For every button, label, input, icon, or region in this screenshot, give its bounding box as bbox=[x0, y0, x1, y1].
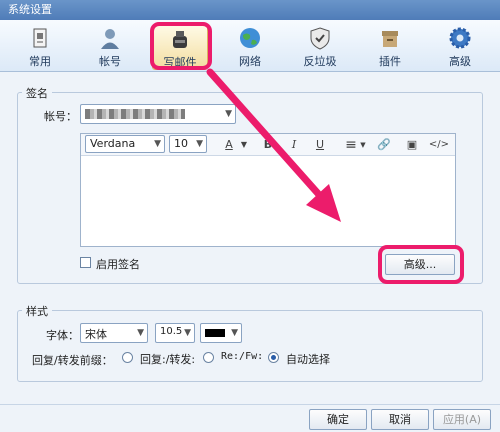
style-font-value: 宋体 bbox=[85, 328, 107, 341]
radio-label: 回复:/转发: bbox=[140, 353, 196, 366]
style-size-value: 10.5 bbox=[160, 326, 183, 337]
box-icon bbox=[382, 31, 398, 47]
color-swatch bbox=[205, 329, 225, 337]
window-title: 系统设置 bbox=[8, 3, 52, 16]
document-icon bbox=[33, 28, 47, 48]
signature-editor[interactable]: Verdana ▼ 10 ▼ A ▼ B I U ≡ ▼ 🔗 ▣ </> bbox=[80, 133, 456, 247]
font-color-button[interactable]: A bbox=[219, 137, 239, 153]
tab-label: 反垃圾 bbox=[303, 55, 337, 68]
shield-icon bbox=[310, 27, 330, 50]
account-value-redacted bbox=[85, 109, 185, 119]
dialog-footer: 确定 取消 应用(A) bbox=[0, 404, 500, 432]
settings-toolbar: 常用 帐号 写邮件 网络 反垃圾 插件 高级 bbox=[0, 20, 500, 72]
enable-signature-checkbox[interactable] bbox=[80, 257, 91, 268]
ok-button[interactable]: 确定 bbox=[309, 409, 367, 430]
chevron-down-icon[interactable]: ▼ bbox=[239, 137, 249, 153]
radio-label: 自动选择 bbox=[286, 353, 330, 366]
tab-antispam[interactable]: 反垃圾 bbox=[292, 24, 348, 70]
image-icon[interactable]: ▣ bbox=[403, 137, 421, 153]
account-label: 帐号： bbox=[44, 110, 77, 123]
font-family-value: Verdana bbox=[90, 137, 136, 150]
link-icon[interactable]: 🔗 bbox=[375, 137, 393, 153]
style-font-select[interactable]: 宋体 ▼ bbox=[80, 323, 148, 343]
chevron-down-icon: ▼ bbox=[231, 328, 238, 338]
chevron-down-icon: ▼ bbox=[196, 139, 203, 149]
tab-general[interactable]: 常用 bbox=[12, 24, 68, 70]
tab-label: 高级 bbox=[449, 55, 471, 68]
style-size-select[interactable]: 10.5 ▼ bbox=[155, 323, 195, 343]
font-label: 字体： bbox=[46, 329, 79, 342]
radio-label: Re:/Fw: bbox=[221, 351, 264, 362]
gear-icon bbox=[449, 27, 471, 49]
tab-plugins[interactable]: 插件 bbox=[362, 24, 418, 70]
font-size-value: 10 bbox=[174, 137, 188, 150]
tab-label: 插件 bbox=[379, 55, 401, 68]
cancel-button[interactable]: 取消 bbox=[371, 409, 429, 430]
chevron-down-icon: ▼ bbox=[225, 109, 232, 119]
tab-label: 常用 bbox=[29, 55, 51, 68]
account-select[interactable]: ▼ bbox=[80, 104, 236, 124]
radio-auto-select[interactable] bbox=[268, 352, 279, 363]
highlight-compose-tab bbox=[150, 22, 212, 70]
tab-label: 网络 bbox=[239, 55, 261, 68]
align-button[interactable]: ≡ bbox=[343, 137, 359, 153]
style-color-select[interactable]: ▼ bbox=[200, 323, 242, 343]
style-group bbox=[17, 310, 483, 382]
radio-re-fw[interactable] bbox=[203, 352, 214, 363]
style-group-label: 样式 bbox=[22, 303, 52, 319]
chevron-down-icon: ▼ bbox=[154, 139, 161, 149]
chevron-down-icon: ▼ bbox=[137, 328, 144, 338]
chevron-down-icon: ▼ bbox=[184, 328, 191, 338]
radio-reply-forward[interactable] bbox=[122, 352, 133, 363]
reply-prefix-label: 回复/转发前缀： bbox=[32, 354, 113, 367]
tab-advanced[interactable]: 高级 bbox=[432, 24, 488, 70]
tab-network[interactable]: 网络 bbox=[222, 24, 278, 70]
editor-toolbar: Verdana ▼ 10 ▼ A ▼ B I U ≡ ▼ 🔗 ▣ </> bbox=[81, 134, 455, 156]
tab-account[interactable]: 帐号 bbox=[82, 24, 138, 70]
font-size-select[interactable]: 10 ▼ bbox=[169, 135, 207, 153]
source-code-icon[interactable]: </> bbox=[427, 137, 451, 153]
chevron-down-icon[interactable]: ▼ bbox=[359, 137, 367, 153]
font-family-select[interactable]: Verdana ▼ bbox=[85, 135, 165, 153]
highlight-advanced-button bbox=[378, 245, 464, 284]
italic-button[interactable]: I bbox=[285, 137, 303, 153]
window-titlebar: 系统设置 bbox=[0, 0, 500, 20]
tab-label: 帐号 bbox=[99, 55, 121, 68]
globe-icon bbox=[240, 28, 260, 48]
signature-group-label: 签名 bbox=[22, 85, 52, 101]
enable-signature-label: 启用签名 bbox=[96, 258, 140, 271]
bold-button[interactable]: B bbox=[259, 137, 277, 153]
apply-button[interactable]: 应用(A) bbox=[433, 409, 491, 430]
user-icon bbox=[101, 29, 119, 49]
underline-button[interactable]: U bbox=[311, 137, 329, 153]
